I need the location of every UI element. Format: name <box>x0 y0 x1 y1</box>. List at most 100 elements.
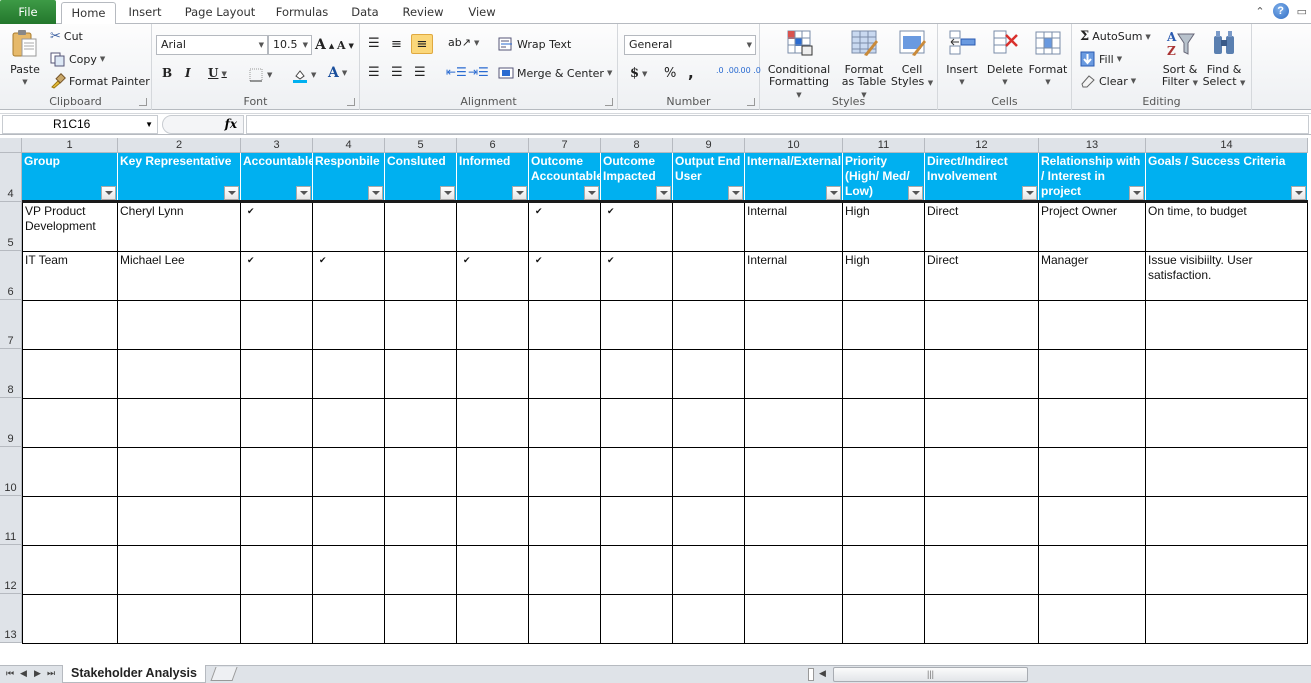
table-cell[interactable] <box>118 448 241 497</box>
filter-dropdown-icon[interactable] <box>584 186 599 200</box>
filter-dropdown-icon[interactable] <box>826 186 841 200</box>
table-cell[interactable] <box>601 595 673 644</box>
insert-function-icon[interactable]: fx <box>225 117 237 131</box>
row-header[interactable]: 7 <box>0 300 22 349</box>
table-cell[interactable] <box>313 203 385 252</box>
column-header[interactable]: 12 <box>925 138 1039 153</box>
column-header[interactable]: 14 <box>1146 138 1308 153</box>
check-mark-cell[interactable]: ✔ <box>529 252 601 301</box>
borders-dropdown-icon[interactable]: ▼ <box>267 71 272 79</box>
table-header-cell[interactable]: Output End User <box>673 153 745 201</box>
first-sheet-icon[interactable]: ⏮ <box>6 668 14 679</box>
table-header-cell[interactable]: Consluted <box>385 153 457 201</box>
align-center-button[interactable]: ☰ <box>391 65 403 80</box>
insert-sheet-icon[interactable] <box>210 667 238 681</box>
table-cell[interactable]: Manager <box>1039 252 1146 301</box>
table-cell[interactable] <box>843 546 925 595</box>
table-cell[interactable] <box>925 546 1039 595</box>
restore-icon[interactable]: ▭ <box>1297 5 1307 18</box>
table-cell[interactable] <box>925 399 1039 448</box>
row-header[interactable]: 12 <box>0 545 22 594</box>
format-as-table-button[interactable]: Format as Table ▼ <box>838 28 890 101</box>
table-cell[interactable] <box>118 595 241 644</box>
row-header[interactable]: 4 <box>0 153 22 202</box>
table-cell[interactable] <box>457 546 529 595</box>
autosum-dropdown-icon[interactable]: ▼ <box>1145 33 1150 41</box>
delete-cells-button[interactable]: Delete ▼ <box>984 28 1026 88</box>
table-cell[interactable] <box>241 595 313 644</box>
delete-dropdown-icon[interactable]: ▼ <box>984 76 1026 88</box>
row-header[interactable]: 9 <box>0 398 22 447</box>
table-cell[interactable] <box>673 350 745 399</box>
table-cell[interactable] <box>1039 350 1146 399</box>
table-cell[interactable] <box>1039 595 1146 644</box>
clipboard-launcher-icon[interactable] <box>139 98 147 106</box>
paste-dropdown-icon[interactable]: ▼ <box>6 76 44 88</box>
format-painter-button[interactable]: Format Painter <box>50 73 150 89</box>
table-cell[interactable] <box>925 350 1039 399</box>
decrease-decimal-button[interactable]: .00 .0 <box>738 67 761 75</box>
check-mark-cell[interactable]: ✔ <box>601 252 673 301</box>
tab-data[interactable]: Data <box>344 2 386 24</box>
column-header[interactable]: 4 <box>313 138 385 153</box>
table-cell[interactable] <box>22 595 118 644</box>
insert-dropdown-icon[interactable]: ▼ <box>942 76 982 88</box>
table-cell[interactable] <box>529 546 601 595</box>
table-cell[interactable] <box>843 497 925 546</box>
table-cell[interactable] <box>22 399 118 448</box>
table-header-cell[interactable]: Key Representative <box>118 153 241 201</box>
table-cell[interactable] <box>241 399 313 448</box>
table-cell[interactable] <box>457 448 529 497</box>
table-cell[interactable] <box>313 595 385 644</box>
bold-button[interactable]: B <box>162 66 172 80</box>
table-cell[interactable] <box>1039 448 1146 497</box>
table-cell[interactable] <box>1039 497 1146 546</box>
table-cell[interactable] <box>1039 399 1146 448</box>
help-icon[interactable]: ? <box>1272 3 1289 19</box>
table-cell[interactable] <box>925 448 1039 497</box>
table-cell[interactable] <box>22 546 118 595</box>
table-cell[interactable]: Cheryl Lynn <box>118 203 241 252</box>
table-cell[interactable] <box>673 595 745 644</box>
filter-dropdown-icon[interactable] <box>440 186 455 200</box>
table-cell[interactable] <box>118 301 241 350</box>
table-cell[interactable] <box>673 399 745 448</box>
table-header-cell[interactable]: Direct/Indirect Involvement <box>925 153 1039 201</box>
horizontal-scrollbar[interactable]: ◀ ||| <box>808 667 1311 682</box>
table-cell[interactable]: VP Product Development <box>22 203 118 252</box>
table-cell[interactable] <box>118 546 241 595</box>
table-cell[interactable] <box>313 448 385 497</box>
table-cell[interactable] <box>457 399 529 448</box>
find-dropdown-icon[interactable]: ▼ <box>1240 79 1245 87</box>
table-cell[interactable] <box>385 203 457 252</box>
font-launcher-icon[interactable] <box>347 98 355 106</box>
copy-button[interactable]: Copy ▼ <box>50 51 105 67</box>
table-cell[interactable] <box>843 399 925 448</box>
cut-button[interactable]: ✂ Cut <box>50 29 83 44</box>
table-cell[interactable] <box>529 399 601 448</box>
filter-dropdown-icon[interactable] <box>728 186 743 200</box>
table-cell[interactable] <box>601 497 673 546</box>
align-right-button[interactable]: ☰ <box>414 65 426 80</box>
table-cell[interactable] <box>457 350 529 399</box>
table-cell[interactable] <box>457 203 529 252</box>
align-middle-button[interactable]: ≡ <box>391 37 402 52</box>
fill-button[interactable]: Fill ▼ <box>1080 51 1122 67</box>
table-cell[interactable] <box>1146 350 1308 399</box>
sort-filter-button[interactable]: AZ Sort & Filter ▼ <box>1160 28 1200 89</box>
alignment-launcher-icon[interactable] <box>605 98 613 106</box>
filter-dropdown-icon[interactable] <box>368 186 383 200</box>
orientation-dropdown-icon[interactable]: ▼ <box>474 39 479 47</box>
currency-button[interactable]: $ ▼ <box>630 66 647 81</box>
table-cell[interactable] <box>385 546 457 595</box>
row-header[interactable]: 11 <box>0 496 22 545</box>
table-cell[interactable] <box>1039 546 1146 595</box>
table-cell[interactable]: Internal <box>745 203 843 252</box>
table-header-cell[interactable]: Accountable <box>241 153 313 201</box>
table-cell[interactable] <box>118 350 241 399</box>
table-cell[interactable] <box>673 448 745 497</box>
row-header[interactable]: 13 <box>0 594 22 643</box>
tab-view[interactable]: View <box>460 2 504 24</box>
table-cell[interactable]: On time, to budget <box>1146 203 1308 252</box>
table-cell[interactable] <box>745 350 843 399</box>
